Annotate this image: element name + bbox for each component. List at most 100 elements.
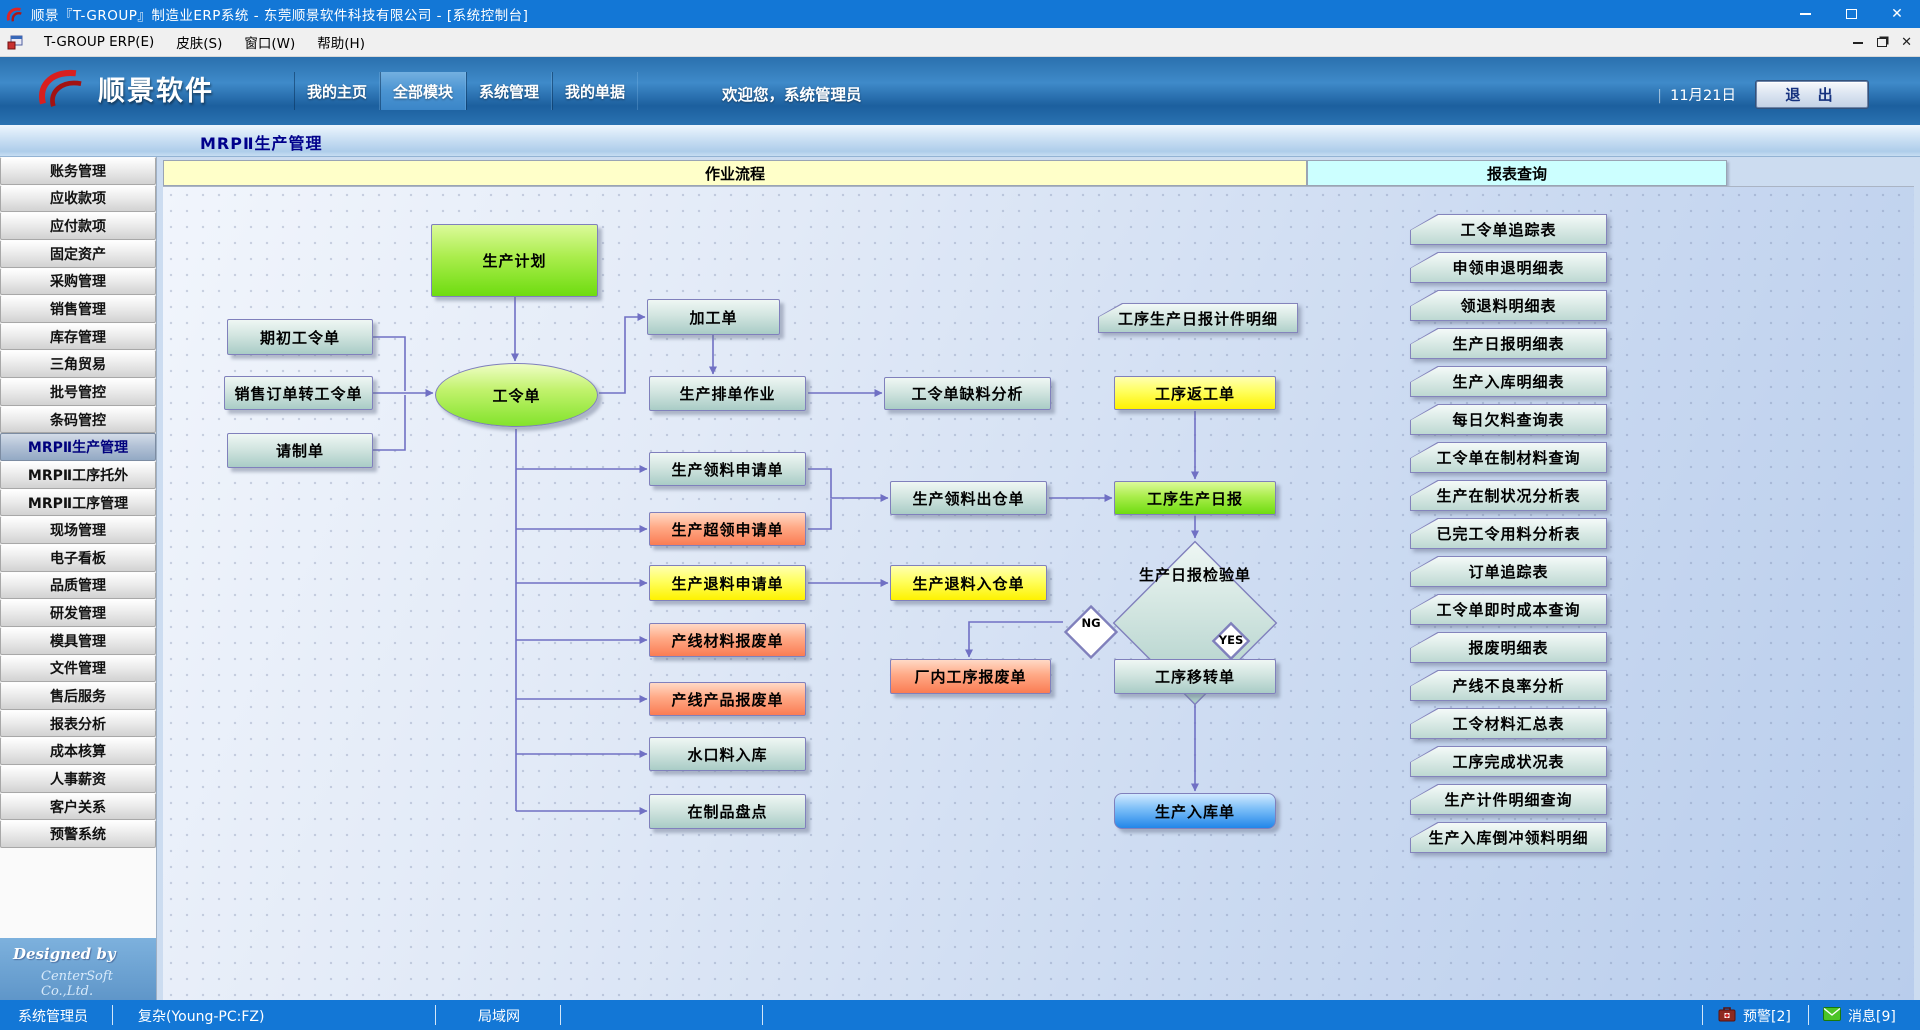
- nav-tab[interactable]: 全部模块: [380, 72, 466, 110]
- status-separator: [435, 1005, 436, 1025]
- report-label: 生产在制状况分析表: [1410, 480, 1607, 511]
- flow-node-pick-out-warehouse[interactable]: 生产领料出仓单: [890, 481, 1047, 515]
- sidebar-item[interactable]: 报表分析: [0, 710, 156, 738]
- report-button[interactable]: 生产在制状况分析表: [1410, 480, 1607, 511]
- report-button[interactable]: 工令单追踪表: [1410, 214, 1607, 245]
- flow-node-yes[interactable]: YES: [1213, 623, 1249, 656]
- report-label: 生产日报明细表: [1410, 328, 1607, 359]
- node-label: 生产领料申请单: [671, 459, 783, 480]
- flow-node-scheduling[interactable]: 生产排单作业: [649, 376, 806, 411]
- sidebar-item[interactable]: 电子看板: [0, 544, 156, 572]
- minimize-button[interactable]: [1782, 0, 1828, 28]
- report-label: 领退料明细表: [1410, 290, 1607, 321]
- flow-node-ng[interactable]: NG: [1065, 606, 1117, 639]
- sidebar-item[interactable]: 条码管控: [0, 406, 156, 434]
- sidebar-item[interactable]: 库存管理: [0, 323, 156, 351]
- sidebar-item[interactable]: 现场管理: [0, 516, 156, 544]
- sidebar-item[interactable]: 预警系统: [0, 820, 156, 848]
- report-button[interactable]: 生产入库倒冲领料明细: [1410, 822, 1607, 853]
- exit-button[interactable]: 退 出: [1756, 81, 1868, 108]
- flow-node-process-transfer[interactable]: 工序移转单: [1114, 659, 1276, 694]
- flow-node-over-pick-request[interactable]: 生产超领申请单: [649, 512, 806, 546]
- sidebar-item[interactable]: 模具管理: [0, 627, 156, 655]
- menu-item[interactable]: T-GROUP ERP(E): [33, 28, 165, 57]
- sidebar-item[interactable]: 批号管控: [0, 378, 156, 406]
- maximize-button[interactable]: [1828, 0, 1874, 28]
- report-button[interactable]: 报废明细表: [1410, 632, 1607, 663]
- menu-item[interactable]: 帮助(H): [306, 28, 376, 57]
- report-button[interactable]: 每日欠料查询表: [1410, 404, 1607, 435]
- nav-tab[interactable]: 系统管理: [466, 72, 552, 110]
- report-label: 生产入库倒冲领料明细: [1410, 822, 1607, 853]
- flow-node-pick-request[interactable]: 生产领料申请单: [649, 452, 806, 486]
- report-button[interactable]: 生产入库明细表: [1410, 366, 1607, 397]
- flow-node-return-request[interactable]: 生产退料申请单: [649, 565, 806, 601]
- sidebar-item[interactable]: 售后服务: [0, 682, 156, 710]
- sidebar-item[interactable]: 应收款项: [0, 185, 156, 213]
- menu-item[interactable]: 窗口(W): [233, 28, 306, 57]
- flow-node-daily-report-inspection[interactable]: 生产日报检验单: [1112, 540, 1278, 608]
- sidebar-item[interactable]: 研发管理: [0, 599, 156, 627]
- report-button[interactable]: 申领申退明细表: [1410, 252, 1607, 283]
- edge-ng-to-factory-scrap: [969, 622, 1063, 657]
- close-button[interactable]: ✕: [1874, 0, 1920, 28]
- flow-node-wip-stocktake[interactable]: 在制品盘点: [649, 794, 806, 829]
- report-button[interactable]: 工序完成状况表: [1410, 746, 1607, 777]
- flow-node-process-order[interactable]: 加工单: [647, 299, 780, 335]
- node-label: 工序生产日报: [1147, 488, 1243, 509]
- report-button[interactable]: 产线不良率分析: [1410, 670, 1607, 701]
- sidebar-item[interactable]: 采购管理: [0, 268, 156, 296]
- sidebar-item[interactable]: 三角贸易: [0, 350, 156, 378]
- sidebar-item[interactable]: 品质管理: [0, 572, 156, 600]
- report-button[interactable]: 订单追踪表: [1410, 556, 1607, 587]
- report-button[interactable]: 工令单在制材料查询: [1410, 442, 1607, 473]
- report-button[interactable]: 领退料明细表: [1410, 290, 1607, 321]
- status-alerts[interactable]: 预警[2]: [1743, 1006, 1791, 1026]
- sidebar-item[interactable]: 成本核算: [0, 737, 156, 765]
- report-button[interactable]: 已完工令用料分析表: [1410, 518, 1607, 549]
- sidebar-item[interactable]: 文件管理: [0, 655, 156, 683]
- flow-node-rework-order[interactable]: 工序返工单: [1114, 376, 1276, 410]
- flow-node-production-stock-in[interactable]: 生产入库单: [1114, 793, 1276, 829]
- mdi-restore-icon[interactable]: [1877, 38, 1887, 47]
- report-button[interactable]: 工令单即时成本查询: [1410, 594, 1607, 625]
- sidebar-item[interactable]: 账务管理: [0, 157, 156, 185]
- sidebar-item[interactable]: 客户关系: [0, 793, 156, 821]
- sidebar-item[interactable]: MRPⅡ生产管理: [0, 433, 156, 461]
- sidebar-item[interactable]: 销售管理: [0, 295, 156, 323]
- node-label: YES: [1213, 623, 1249, 656]
- flow-node-work-order[interactable]: 工令单: [435, 363, 598, 427]
- sidebar-item[interactable]: MRPⅡ工序管理: [0, 489, 156, 517]
- menu-bar: T-GROUP ERP(E)皮肤(S)窗口(W)帮助(H) ✕: [0, 28, 1920, 57]
- sidebar-item[interactable]: 固定资产: [0, 240, 156, 268]
- menu-item[interactable]: 皮肤(S): [165, 28, 233, 57]
- flow-node-process-daily-report[interactable]: 工序生产日报: [1114, 481, 1276, 515]
- nav-header: 顺景软件 我的主页全部模块系统管理我的单据 欢迎您，系统管理员 |11月21日 …: [0, 57, 1920, 125]
- flow-node-plan[interactable]: 生产计划: [431, 224, 598, 297]
- flow-node-initial-work-order[interactable]: 期初工令单: [227, 319, 373, 355]
- flow-node-shortage-analysis[interactable]: 工令单缺料分析: [884, 377, 1051, 410]
- report-button[interactable]: 生产计件明细查询: [1410, 784, 1607, 815]
- report-label: 工序完成状况表: [1410, 746, 1607, 777]
- flow-node-make-request[interactable]: 请制单: [227, 433, 373, 468]
- nav-tab[interactable]: 我的单据: [552, 72, 638, 110]
- flow-node-nozzle-material-in[interactable]: 水口料入库: [649, 737, 806, 771]
- flow-node-return-in-warehouse[interactable]: 生产退料入仓单: [890, 565, 1047, 601]
- node-label: 工令单缺料分析: [911, 383, 1023, 404]
- sidebar-item[interactable]: MRPⅡ工序托外: [0, 461, 156, 489]
- mdi-minimize-icon[interactable]: [1853, 42, 1863, 44]
- mdi-close-icon[interactable]: ✕: [1901, 35, 1912, 50]
- flow-node-sales-to-work-order[interactable]: 销售订单转工令单: [224, 376, 373, 410]
- sidebar-item[interactable]: 人事薪资: [0, 765, 156, 793]
- sidebar-item[interactable]: 应付款项: [0, 212, 156, 240]
- edge-make-request-to-join: [373, 395, 405, 450]
- report-button[interactable]: 工令材料汇总表: [1410, 708, 1607, 739]
- page-title: MRPⅡ生产管理: [200, 130, 323, 154]
- nav-tab[interactable]: 我的主页: [294, 72, 380, 110]
- flow-node-piecework-detail[interactable]: 工序生产日报计件明细: [1098, 303, 1298, 333]
- report-button[interactable]: 生产日报明细表: [1410, 328, 1607, 359]
- status-messages[interactable]: 消息[9]: [1848, 1006, 1896, 1026]
- flow-node-line-product-scrap[interactable]: 产线产品报废单: [649, 682, 806, 716]
- flow-node-line-material-scrap[interactable]: 产线材料报废单: [649, 623, 806, 657]
- flow-node-factory-process-scrap[interactable]: 厂内工序报废单: [890, 659, 1051, 694]
